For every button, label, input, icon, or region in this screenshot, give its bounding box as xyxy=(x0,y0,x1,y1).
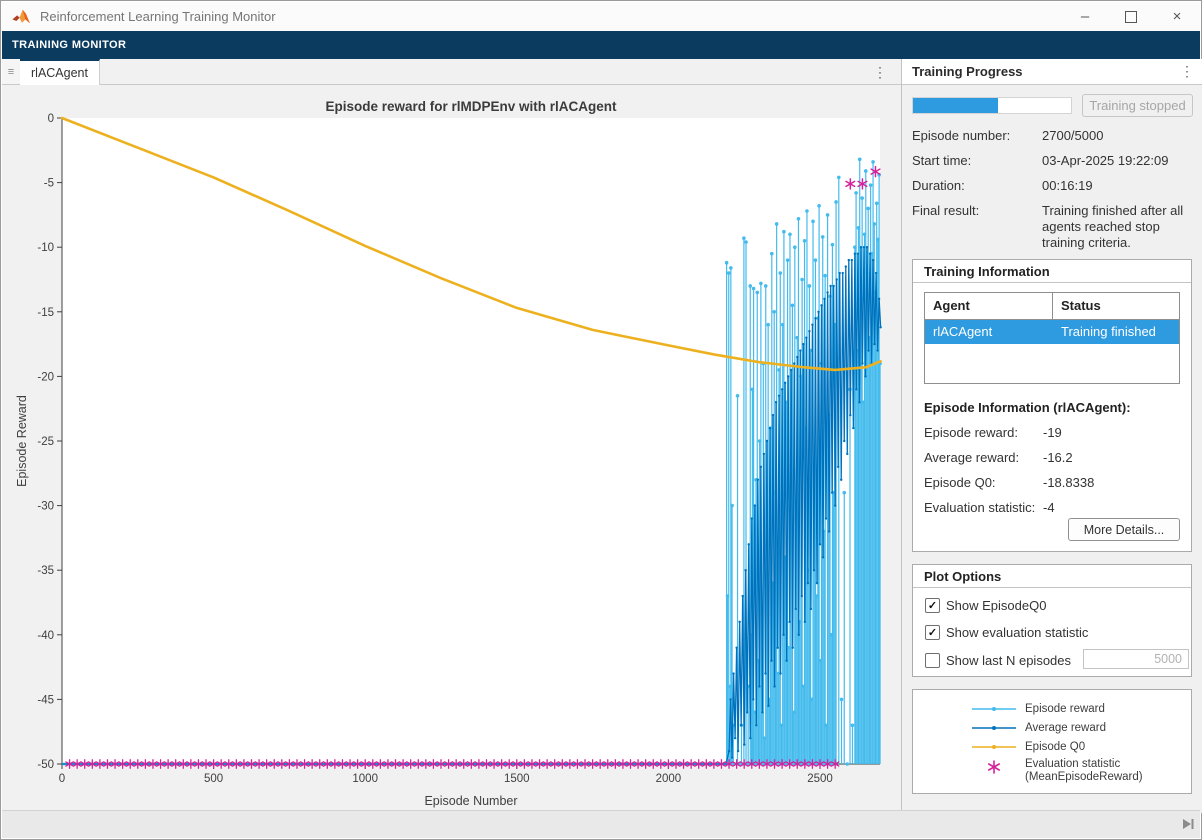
agent-cell: rlACAgent xyxy=(925,320,1053,344)
svg-text:2000: 2000 xyxy=(656,773,682,785)
panel-kebab-icon[interactable]: ⋮ xyxy=(1180,63,1194,80)
svg-text:1500: 1500 xyxy=(504,773,530,785)
column-header-agent: Agent xyxy=(925,293,1053,319)
svg-text:-30: -30 xyxy=(37,501,54,513)
checkbox-show-last-n-episodes[interactable] xyxy=(925,653,940,668)
svg-text:500: 500 xyxy=(204,773,223,785)
field-value: 2700/5000 xyxy=(1042,128,1193,144)
training-information-title: Training Information xyxy=(924,264,1050,279)
legend-item: Evaluation statistic(MeanEpisodeReward) xyxy=(913,756,1191,786)
svg-text:-20: -20 xyxy=(37,371,54,383)
matlab-logo-icon xyxy=(12,9,32,25)
legend-swatch-icon xyxy=(971,721,1017,735)
close-button[interactable]: × xyxy=(1154,2,1200,31)
legend-label: Episode Q0 xyxy=(1025,741,1085,754)
x-axis-label: Episode Number xyxy=(424,794,517,808)
last-n-episodes-input[interactable] xyxy=(1083,649,1189,669)
maximize-button[interactable] xyxy=(1108,2,1154,31)
field-value: -4 xyxy=(1043,500,1055,515)
y-axis-label: Episode Reward xyxy=(15,395,29,487)
svg-text:-45: -45 xyxy=(37,694,54,706)
svg-text:0: 0 xyxy=(48,113,54,125)
field-label: Episode reward: xyxy=(924,425,1042,440)
field-label: Evaluation statistic: xyxy=(924,500,1042,515)
legend-item: Episode reward xyxy=(913,700,1191,718)
training-stopped-button[interactable]: Training stopped xyxy=(1082,94,1193,117)
training-plot-figure: Episode reward for rlMDPEnv with rlACAge… xyxy=(2,85,901,813)
toolstrip: TRAINING MONITOR xyxy=(2,31,1200,59)
legend-label: Evaluation statistic(MeanEpisodeReward) xyxy=(1025,758,1143,784)
training-progress-panel: Training Progress ⋮ Training stopped Epi… xyxy=(901,59,1202,813)
episode-reward-chart: Episode reward for rlMDPEnv with rlACAge… xyxy=(2,85,901,813)
panel-title: Training Progress xyxy=(912,64,1023,79)
field-value: 00:16:19 xyxy=(1042,178,1193,194)
agent-table-row[interactable]: rlACAgentTraining finished xyxy=(925,320,1179,344)
svg-text:-15: -15 xyxy=(37,307,54,319)
svg-text:-40: -40 xyxy=(37,630,54,642)
field-label: Final result: xyxy=(912,203,1040,219)
document-tab-bar: ≡ rlACAgent ⋮ xyxy=(2,59,901,85)
checkbox-row-show-evaluation-statistic: ✓ Show evaluation statistic xyxy=(925,624,1088,640)
checkbox-row-show-last-n-episodes: Show last N episodes xyxy=(925,652,1071,668)
field-label: Episode number: xyxy=(912,128,1040,144)
svg-text:-10: -10 xyxy=(37,242,54,254)
checkbox-label: Show EpisodeQ0 xyxy=(946,598,1046,613)
tab-rlacagent[interactable]: rlACAgent xyxy=(20,59,100,85)
checkbox-show-episodeq0[interactable]: ✓ xyxy=(925,598,940,613)
checkbox-show-evaluation-statistic[interactable]: ✓ xyxy=(925,625,940,640)
legend-swatch-icon xyxy=(971,740,1017,754)
agent-status-table: Agent Status rlACAgentTraining finished xyxy=(924,292,1180,384)
checkbox-label: Show last N episodes xyxy=(946,653,1071,668)
training-information-card: Training Information Agent Status rlACAg… xyxy=(912,259,1192,552)
legend-card: Episode reward Average reward Episode Q0 Ev… xyxy=(912,689,1192,794)
svg-text:1000: 1000 xyxy=(352,773,378,785)
panel-expand-icon[interactable] xyxy=(1180,816,1196,832)
training-progress-bar xyxy=(912,97,1072,114)
field-label: Episode Q0: xyxy=(924,475,1042,490)
legend-swatch-icon xyxy=(971,760,1017,774)
training-progress-fill xyxy=(913,98,998,113)
svg-text:0: 0 xyxy=(59,773,65,785)
legend-swatch-icon xyxy=(971,702,1017,716)
minimize-button[interactable]: – xyxy=(1062,2,1108,31)
window-title: Reinforcement Learning Training Monitor xyxy=(40,9,276,24)
legend-item: Episode Q0 xyxy=(913,738,1191,756)
svg-text:-5: -5 xyxy=(44,178,54,190)
more-details-button[interactable]: More Details... xyxy=(1068,518,1180,541)
field-value: Training finished after all agents reach… xyxy=(1042,203,1193,251)
bottom-status-strip xyxy=(2,810,1200,838)
field-label: Start time: xyxy=(912,153,1040,169)
svg-text:-50: -50 xyxy=(37,759,54,771)
plot-options-title: Plot Options xyxy=(924,569,1001,584)
episode-information-title: Episode Information (rlACAgent): xyxy=(924,400,1131,415)
tab-list-icon[interactable]: ≡ xyxy=(2,59,21,84)
legend-item: Average reward xyxy=(913,719,1191,737)
checkbox-row-show-episodeq0: ✓ Show EpisodeQ0 xyxy=(925,597,1046,613)
svg-text:2500: 2500 xyxy=(807,773,833,785)
field-label: Duration: xyxy=(912,178,1040,194)
chart-title: Episode reward for rlMDPEnv with rlACAge… xyxy=(325,99,617,114)
table-header-row: Agent Status xyxy=(925,293,1179,320)
svg-text:-25: -25 xyxy=(37,436,54,448)
legend-label: Episode reward xyxy=(1025,703,1105,716)
field-value: -19 xyxy=(1043,425,1062,440)
plot-options-card: Plot Options ✓ Show EpisodeQ0 ✓ Show evalua… xyxy=(912,564,1192,677)
field-value: 03-Apr-2025 19:22:09 xyxy=(1042,153,1193,169)
checkbox-label: Show evaluation statistic xyxy=(946,625,1088,640)
column-header-status: Status xyxy=(1053,293,1179,319)
app-window: Reinforcement Learning Training Monitor … xyxy=(0,0,1202,840)
legend-label: Average reward xyxy=(1025,722,1106,735)
field-label: Average reward: xyxy=(924,450,1042,465)
title-bar: Reinforcement Learning Training Monitor … xyxy=(2,2,1200,32)
status-cell: Training finished xyxy=(1053,320,1179,344)
svg-text:-35: -35 xyxy=(37,565,54,577)
document-actions-kebab-icon[interactable]: ⋮ xyxy=(871,62,889,82)
field-value: -16.2 xyxy=(1043,450,1073,465)
tab-training-monitor[interactable]: TRAINING MONITOR xyxy=(12,39,126,51)
field-value: -18.8338 xyxy=(1043,475,1094,490)
